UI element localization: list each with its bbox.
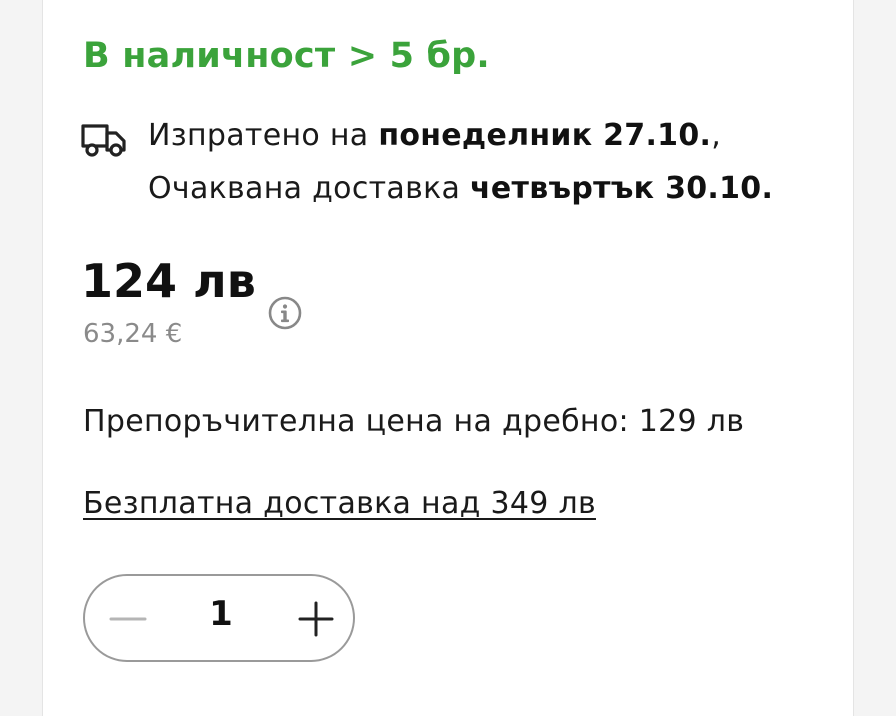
price-eur: 63,24 € — [83, 319, 183, 349]
minus-icon[interactable] — [105, 596, 151, 642]
product-purchase-card: В наличност > 5 бр. Изпратено на понедел… — [42, 0, 854, 716]
delivery-prefix: Очаквана доставка — [148, 171, 471, 206]
stock-status: В наличност > 5 бр. — [83, 36, 490, 76]
shipping-date-line: Изпратено на понеделник 27.10., — [148, 118, 721, 153]
shipping-suffix: , — [711, 118, 722, 153]
truck-icon — [81, 124, 126, 157]
price-bgn: 124 лв — [81, 254, 256, 308]
plus-icon[interactable] — [293, 596, 339, 642]
delivery-date: четвъртък 30.10. — [470, 171, 774, 206]
quantity-stepper: 1 — [83, 574, 355, 662]
quantity-value[interactable]: 1 — [181, 594, 261, 634]
shipping-date: понеделник 27.10. — [378, 118, 712, 153]
shipping-prefix: Изпратено на — [148, 118, 379, 153]
info-icon[interactable] — [268, 296, 302, 330]
recommended-retail-price: Препоръчителна цена на дребно: 129 лв — [83, 404, 745, 439]
delivery-date-line: Очаквана доставка четвъртък 30.10. — [148, 171, 773, 206]
free-shipping-link[interactable]: Безплатна доставка над 349 лв — [83, 486, 596, 521]
